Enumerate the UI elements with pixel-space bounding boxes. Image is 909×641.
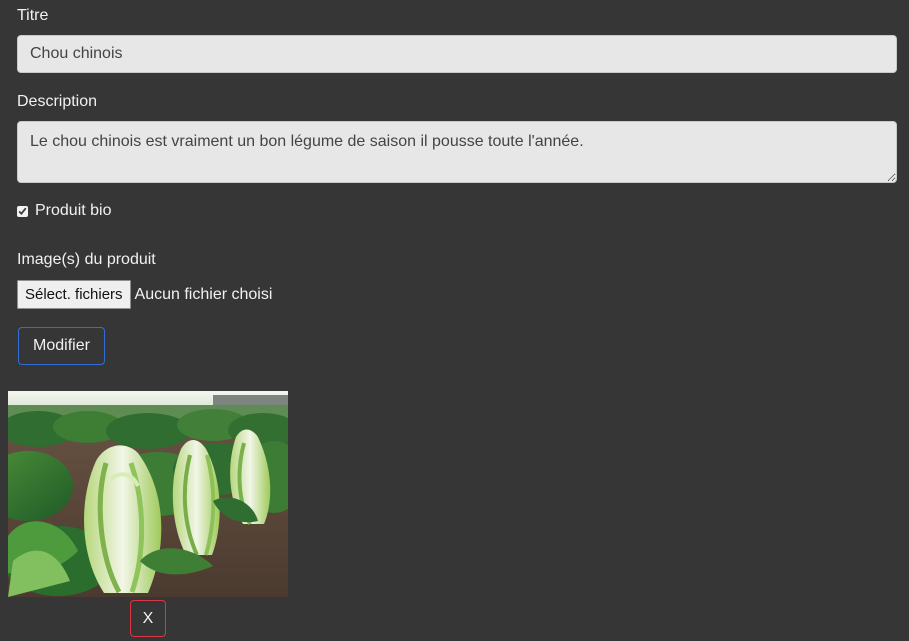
modify-button[interactable]: Modifier bbox=[18, 327, 105, 365]
description-textarea[interactable]: Le chou chinois est vraiment un bon légu… bbox=[17, 121, 897, 183]
select-files-button[interactable]: Sélect. fichiers bbox=[17, 280, 131, 309]
organic-checkbox-row: Produit bio bbox=[17, 201, 112, 221]
description-label: Description bbox=[17, 93, 98, 110]
organic-checkbox-label: Produit bio bbox=[35, 202, 112, 219]
chinese-cabbage-image bbox=[8, 391, 288, 597]
delete-image-button[interactable]: X bbox=[130, 600, 166, 637]
organic-checkbox[interactable] bbox=[17, 205, 28, 217]
file-status-text: Aucun fichier choisi bbox=[134, 285, 273, 303]
product-image bbox=[8, 391, 288, 597]
title-label: Titre bbox=[17, 7, 49, 24]
images-label: Image(s) du produit bbox=[17, 251, 156, 268]
file-input[interactable]: Sélect. fichiers Aucun fichier choisi bbox=[17, 280, 272, 309]
product-edit-page: Titre Description Le chou chinois est vr… bbox=[0, 0, 909, 641]
title-input[interactable] bbox=[17, 35, 897, 73]
